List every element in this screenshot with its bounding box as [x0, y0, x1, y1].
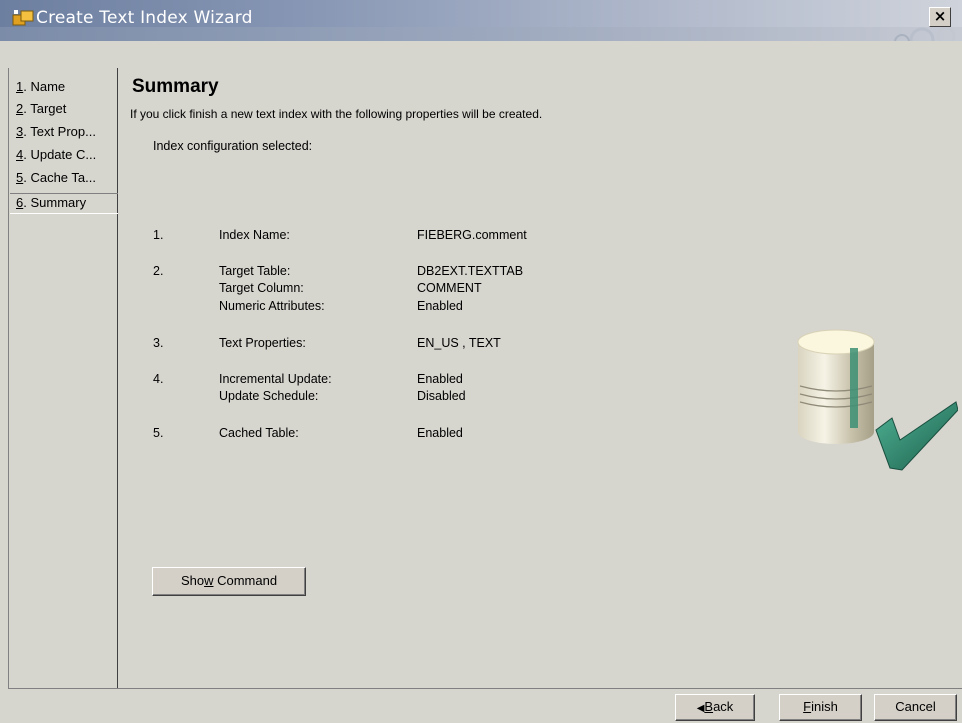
back-button[interactable]: ◀Back [675, 694, 755, 721]
database-check-illustration [797, 329, 958, 471]
property-value: EN_US , TEXT [417, 336, 501, 350]
property-value: FIEBERG.comment [417, 228, 527, 242]
wizard-app-icon [12, 10, 34, 26]
sidebar-item-cache-table[interactable]: 5. Cache Ta... [16, 169, 118, 190]
property-value: DB2EXT.TEXTTAB [417, 264, 524, 278]
property-label: Cached Table: [219, 426, 299, 440]
property-label: Index Name: [219, 228, 290, 242]
sidebar-item-target[interactable]: 2. Target [16, 100, 118, 121]
row-number: 1. [153, 228, 164, 242]
row-number: 5. [153, 426, 164, 440]
close-icon: × [933, 7, 947, 25]
property-value: Enabled [417, 372, 463, 386]
sidebar-item-update[interactable]: 4. Update C... [16, 146, 118, 167]
sidebar-item-summary[interactable]: 6. Summary [10, 193, 118, 214]
cancel-button[interactable]: Cancel [874, 694, 957, 721]
window-title: Create Text Index Wizard [36, 8, 253, 28]
row-number: 2. [153, 264, 164, 278]
property-label: Text Properties: [219, 336, 306, 350]
show-command-button[interactable]: Show Command [152, 567, 306, 596]
property-value: Enabled [417, 426, 463, 440]
close-button[interactable]: × [929, 7, 951, 27]
property-label: Target Table: [219, 264, 291, 278]
sidebar-item-name[interactable]: 1. Name [16, 78, 118, 99]
property-label: Target Column: [219, 281, 304, 295]
sidebar-item-text-properties[interactable]: 3. Text Prop... [16, 123, 118, 144]
wizard-steps-sidebar: 1. Name 2. Target 3. Text Prop... 4. Upd… [8, 68, 118, 688]
title-strip [0, 27, 962, 41]
title-bar[interactable]: Create Text Index Wizard × [0, 0, 962, 41]
property-value: Disabled [417, 389, 466, 403]
intro-text: If you click finish a new text index wit… [130, 107, 543, 121]
wizard-window: Create Text Index Wizard × 1. Name 2. Ta… [0, 0, 962, 723]
finish-button[interactable]: Finish [779, 694, 862, 721]
row-number: 3. [153, 336, 164, 350]
gears-decoration-icon [894, 26, 956, 41]
property-label: Update Schedule: [219, 389, 319, 403]
row-number: 4. [153, 372, 164, 386]
property-label: Incremental Update: [219, 372, 332, 386]
property-value: Enabled [417, 299, 463, 313]
page-title: Summary [132, 76, 219, 97]
property-value: COMMENT [417, 281, 482, 295]
property-label: Numeric Attributes: [219, 299, 325, 313]
config-label: Index configuration selected: [153, 139, 313, 153]
